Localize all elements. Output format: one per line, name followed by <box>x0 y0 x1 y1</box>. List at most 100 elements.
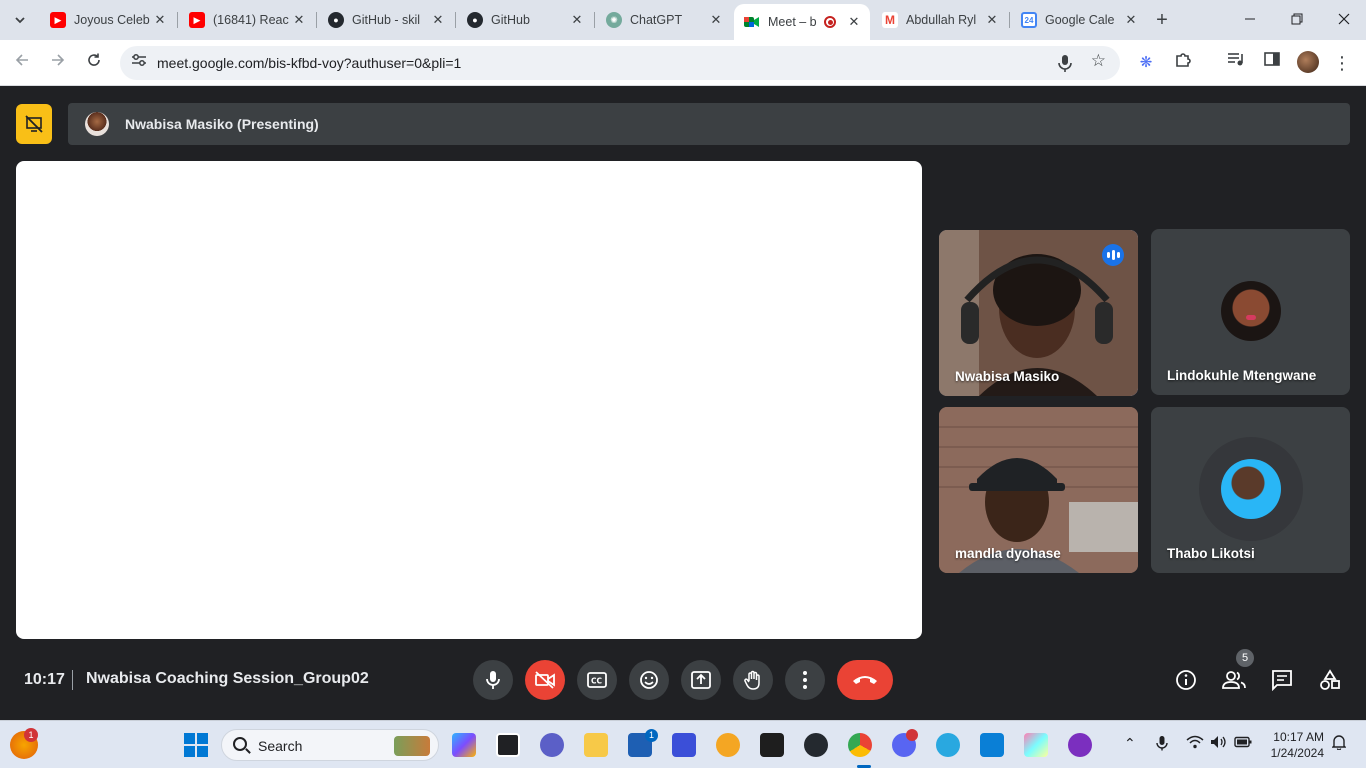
windows-taskbar: 1 Search 1 ⌃ 10:17 AM 1/24/2024 <box>0 720 1366 768</box>
tab-google-calendar[interactable]: 24 Google Cale ✕ <box>1011 6 1147 34</box>
tab-search-chevron-icon[interactable] <box>8 8 32 32</box>
camera-button[interactable] <box>525 660 565 700</box>
photos-app-icon[interactable] <box>1024 733 1048 757</box>
voice-search-microphone-icon[interactable] <box>1054 52 1076 74</box>
site-settings-icon[interactable] <box>128 52 150 74</box>
restore-button[interactable] <box>1285 8 1309 32</box>
search-highlight-icon <box>394 736 430 756</box>
tab-github-skills[interactable]: ● GitHub - skil ✕ <box>318 6 454 34</box>
chrome-menu-kebab-icon[interactable]: ⋮ <box>1330 51 1354 75</box>
bitcoin-app-icon[interactable] <box>716 733 740 757</box>
volume-icon[interactable] <box>1210 735 1228 752</box>
microphone-button[interactable] <box>473 660 513 700</box>
presentation-off-icon <box>25 115 43 133</box>
chrome-icon[interactable] <box>848 733 872 757</box>
github-desktop-icon[interactable] <box>804 733 828 757</box>
tab-youtube-1[interactable]: ▶ Joyous Celeb ✕ <box>40 6 176 34</box>
svg-text:CC: CC <box>591 677 603 686</box>
participant-tile[interactable]: Nwabisa Masiko <box>939 230 1138 396</box>
bookmark-star-icon[interactable]: ☆ <box>1091 51 1106 71</box>
presenter-label: Nwabisa Masiko (Presenting) <box>125 116 319 132</box>
tab-youtube-2[interactable]: ▶ (16841) Reac ✕ <box>179 6 315 34</box>
present-now-button[interactable] <box>681 660 721 700</box>
show-hidden-icons-chevron-icon[interactable]: ⌃ <box>1124 735 1136 752</box>
teams-chat-icon[interactable] <box>540 733 564 757</box>
reactions-button[interactable] <box>629 660 669 700</box>
meeting-title: Nwabisa Coaching Session_Group02 <box>86 670 369 687</box>
participant-tile[interactable]: Thabo Likotsi <box>1151 407 1350 573</box>
divider <box>72 670 73 690</box>
vscode-icon[interactable] <box>980 733 1004 757</box>
tab-close-icon[interactable]: ✕ <box>846 14 862 30</box>
chat-button[interactable] <box>1268 666 1296 694</box>
new-tab-button[interactable]: + <box>1150 8 1174 32</box>
tab-github[interactable]: ● GitHub ✕ <box>457 6 593 34</box>
speaking-indicator-icon <box>1102 244 1124 266</box>
meeting-details-button[interactable] <box>1172 666 1200 694</box>
activities-button[interactable] <box>1316 666 1344 694</box>
emoji-icon <box>640 671 658 689</box>
tab-close-icon[interactable]: ✕ <box>430 12 446 28</box>
present-screen-icon <box>691 671 711 689</box>
gmail-icon: M <box>882 12 898 28</box>
notifications-bell-icon[interactable] <box>1331 734 1347 753</box>
people-button[interactable] <box>1220 666 1248 694</box>
raise-hand-icon <box>744 670 760 690</box>
tab-chatgpt[interactable]: ✺ ChatGPT ✕ <box>596 6 732 34</box>
url-text[interactable]: meet.google.com/bis-kfbd-voy?authuser=0&… <box>157 55 461 71</box>
app-m-icon[interactable] <box>672 733 696 757</box>
more-vertical-icon <box>803 671 807 689</box>
close-window-button[interactable] <box>1332 8 1356 32</box>
microphone-tray-icon[interactable] <box>1156 735 1168 754</box>
leave-call-button[interactable] <box>837 660 893 700</box>
tab-close-icon[interactable]: ✕ <box>152 12 168 28</box>
taskbar-search-box[interactable]: Search <box>221 729 439 761</box>
tab-google-meet[interactable]: Meet – b ✕ <box>734 4 870 40</box>
presentation-toggle-button[interactable] <box>16 104 52 144</box>
github-copilot-icon[interactable] <box>1068 733 1092 757</box>
back-button[interactable] <box>9 50 35 76</box>
address-bar[interactable]: meet.google.com/bis-kfbd-voy?authuser=0&… <box>120 46 1120 80</box>
participant-name: Nwabisa Masiko <box>955 369 1060 384</box>
tab-gmail[interactable]: M Abdullah Ryl ✕ <box>872 6 1008 34</box>
youtube-icon: ▶ <box>189 12 205 28</box>
figma-icon[interactable] <box>760 733 784 757</box>
start-windows-icon[interactable] <box>184 733 208 757</box>
reload-button[interactable] <box>81 50 107 76</box>
presenter-bar: Nwabisa Masiko (Presenting) <box>68 103 1350 145</box>
copilot-icon[interactable] <box>452 733 476 757</box>
participant-name: mandla dyohase <box>955 546 1061 561</box>
participant-tile[interactable]: Lindokuhle Mtengwane <box>1151 229 1350 395</box>
tab-close-icon[interactable]: ✕ <box>984 12 1000 28</box>
media-controls-icon[interactable] <box>1224 51 1248 75</box>
raise-hand-button[interactable] <box>733 660 773 700</box>
system-date: 1/24/2024 <box>1270 746 1324 760</box>
tab-close-icon[interactable]: ✕ <box>569 12 585 28</box>
tab-close-icon[interactable]: ✕ <box>1123 12 1139 28</box>
widgets-badge: 1 <box>24 728 38 742</box>
captions-button[interactable]: CC <box>577 660 617 700</box>
more-options-button[interactable] <box>785 660 825 700</box>
github-icon: ● <box>467 12 483 28</box>
minimize-button[interactable] <box>1238 8 1262 32</box>
system-clock[interactable]: 10:17 AM 1/24/2024 <box>1262 729 1324 761</box>
extension-snowflake-icon[interactable]: ❋ <box>1134 51 1158 75</box>
extensions-puzzle-icon[interactable] <box>1171 51 1195 75</box>
participant-tile[interactable]: mandla dyohase <box>939 407 1138 573</box>
recording-indicator-icon <box>824 16 836 28</box>
wifi-icon[interactable] <box>1186 735 1204 752</box>
profile-avatar[interactable] <box>1297 51 1319 73</box>
info-icon <box>1176 670 1196 690</box>
forward-button[interactable] <box>45 50 71 76</box>
presentation-stage <box>16 161 922 639</box>
battery-icon[interactable] <box>1234 735 1252 751</box>
tab-separator <box>594 12 595 28</box>
tab-title: ChatGPT <box>630 13 683 27</box>
side-panel-icon[interactable] <box>1260 51 1284 75</box>
tab-close-icon[interactable]: ✕ <box>291 12 307 28</box>
tab-close-icon[interactable]: ✕ <box>708 12 724 28</box>
task-view-icon[interactable] <box>496 733 520 757</box>
file-explorer-icon[interactable] <box>584 733 608 757</box>
browser-toolbar: meet.google.com/bis-kfbd-voy?authuser=0&… <box>0 40 1366 86</box>
browser-app-icon[interactable] <box>936 733 960 757</box>
